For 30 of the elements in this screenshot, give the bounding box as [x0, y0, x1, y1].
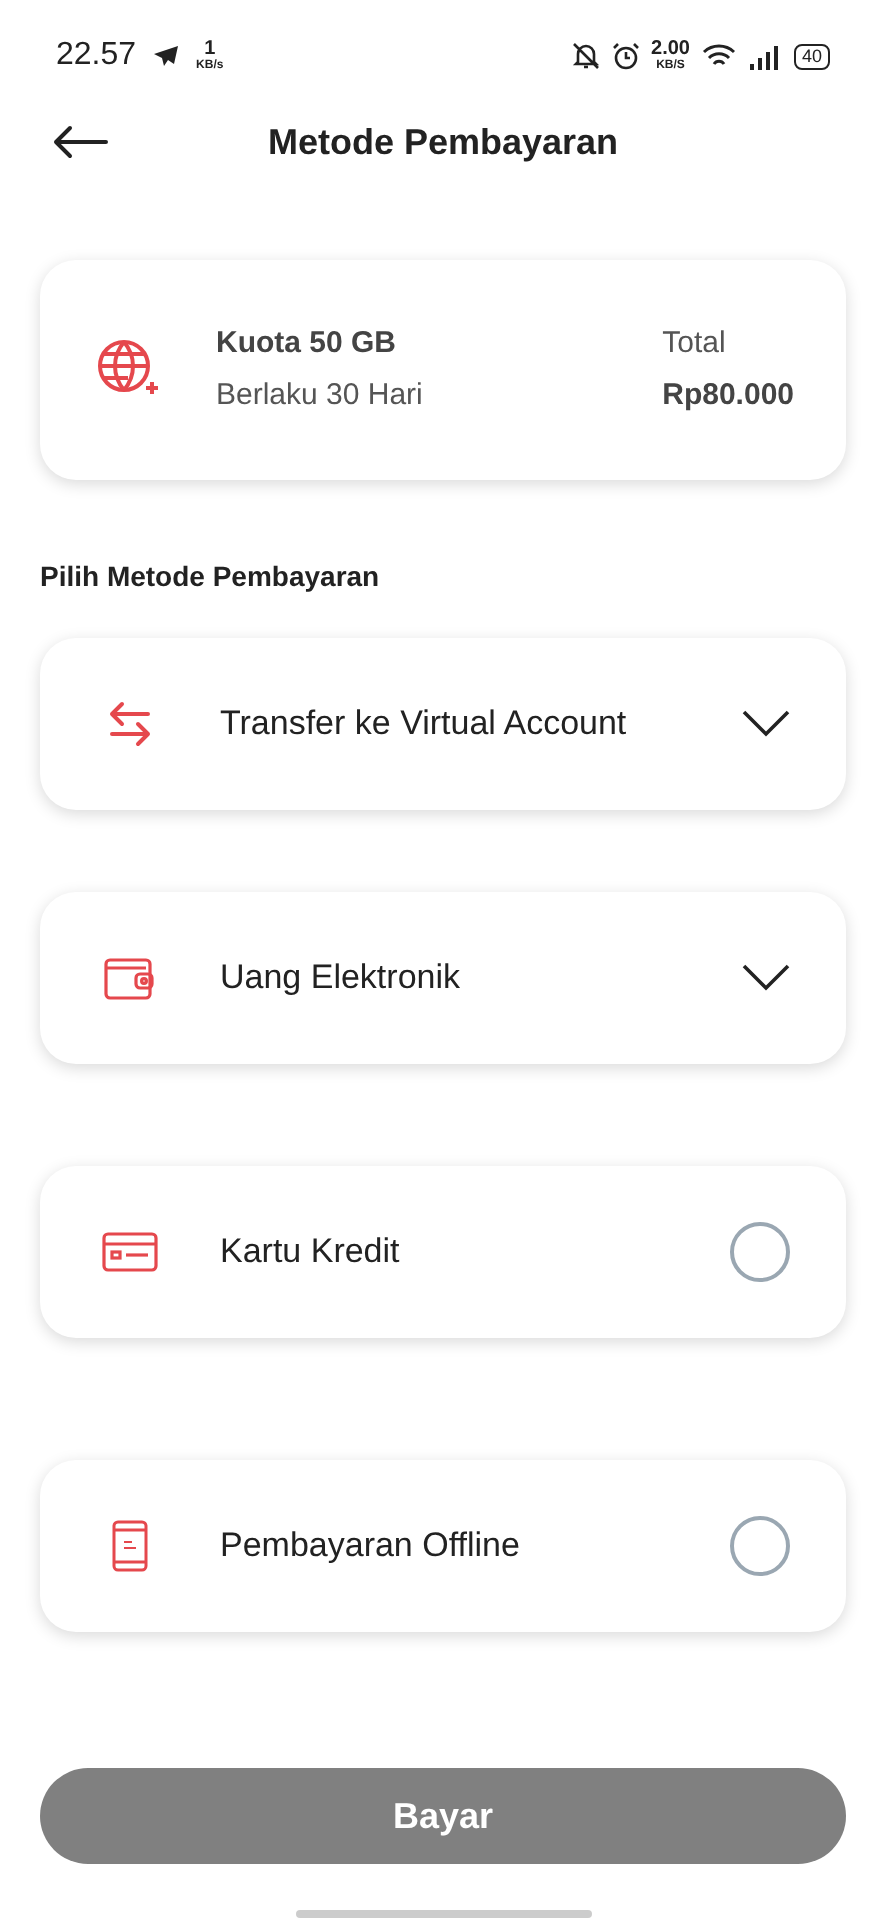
radio-button[interactable] [730, 1516, 790, 1576]
page-title: Metode Pembayaran [267, 119, 619, 166]
chevron-icon[interactable] [742, 964, 790, 992]
phone-icon [112, 1520, 148, 1572]
bell-off-icon [571, 42, 600, 70]
payment-method-label: Pembayaran Offline [220, 1524, 520, 1569]
radio-button[interactable] [730, 1222, 790, 1282]
battery-indicator: 40 [793, 43, 830, 69]
back-arrow-icon[interactable] [52, 124, 108, 160]
payment-method-card[interactable]: Uang Elektronik [40, 892, 846, 1064]
package-name: Kuota 50 GB [216, 324, 399, 364]
clock-time: 22.57 [56, 36, 137, 76]
wallet-icon [102, 952, 158, 1004]
alarm-clock-icon [611, 42, 640, 70]
total-price: Rp80.000 [662, 375, 794, 415]
payment-method-card[interactable]: Transfer ke Virtual Account [40, 638, 846, 810]
section-title: Pilih Metode Pembayaran [40, 558, 382, 596]
card-icon [102, 1232, 158, 1272]
package-validity: Berlaku 30 Hari [216, 375, 423, 415]
wifi-icon [701, 43, 736, 69]
signal-icon [747, 43, 782, 69]
paper-plane-icon [152, 44, 181, 68]
arrows-icon [104, 698, 156, 750]
payment-method-label: Transfer ke Virtual Account [220, 702, 627, 747]
chevron-icon[interactable] [742, 710, 790, 738]
payment-method-label: Uang Elektronik [220, 956, 461, 1001]
payment-method-card[interactable]: Pembayaran Offline [40, 1460, 846, 1632]
total-label: Total [662, 324, 728, 364]
payment-method-label: Kartu Kredit [220, 1230, 400, 1275]
payment-method-card[interactable]: Kartu Kredit [40, 1166, 846, 1338]
